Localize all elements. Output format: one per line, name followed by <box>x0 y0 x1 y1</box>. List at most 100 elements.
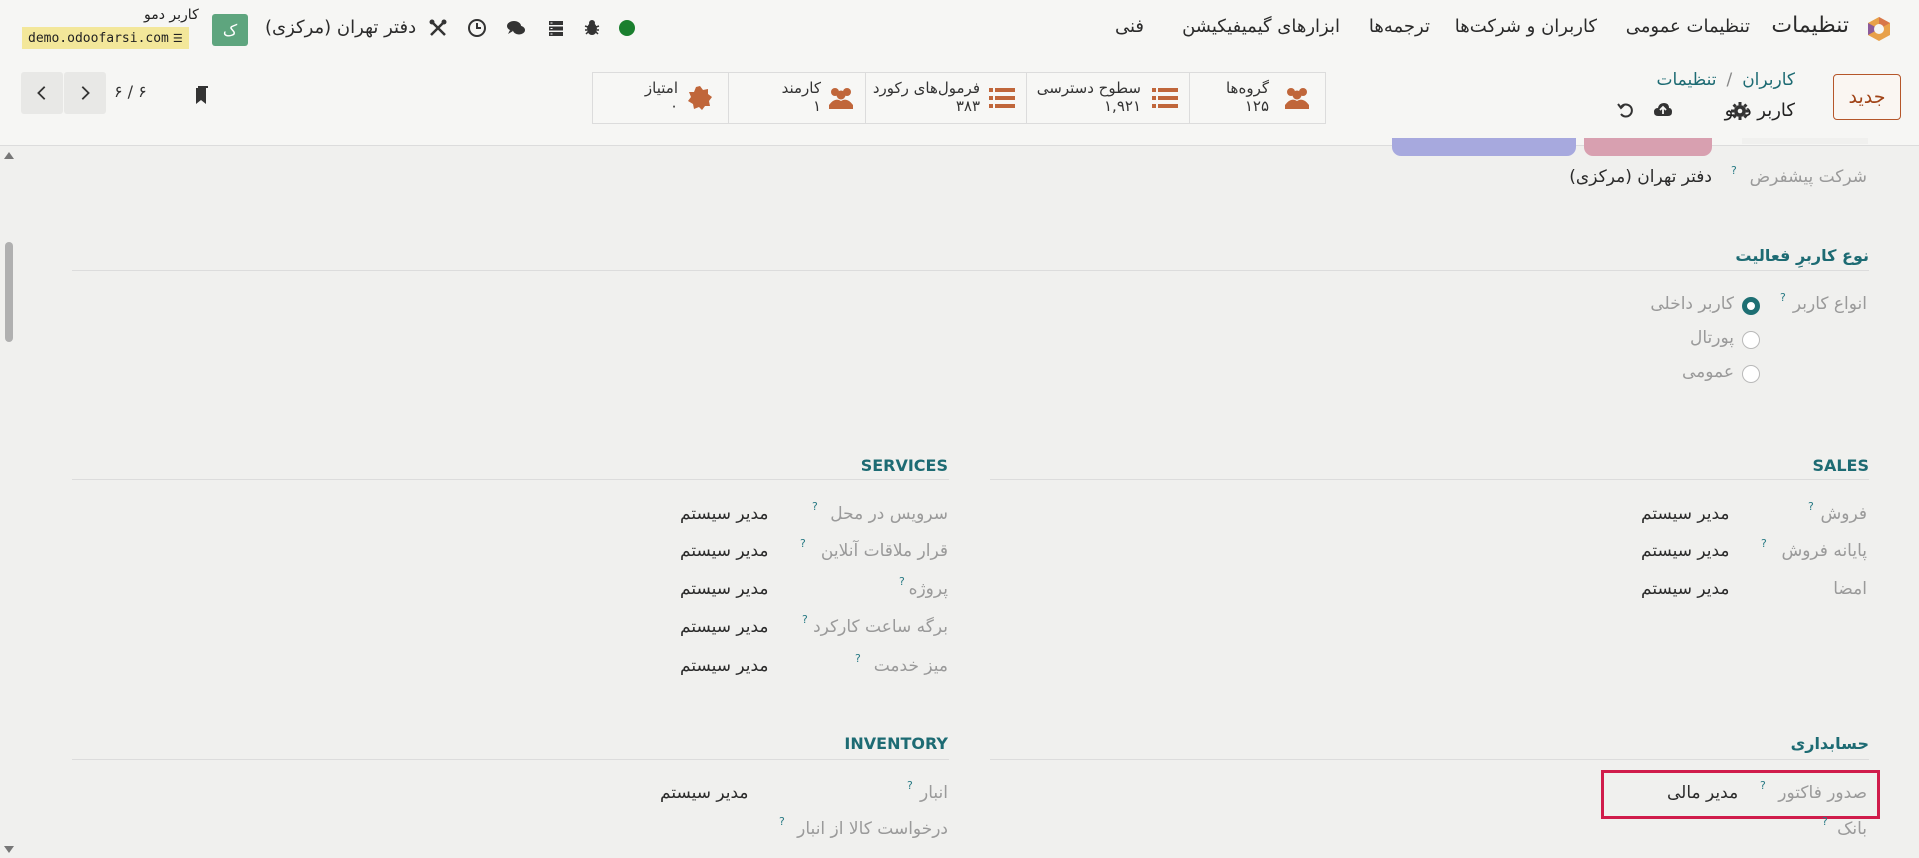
bookmark-icon[interactable] <box>188 82 214 110</box>
gear-icon[interactable] <box>1727 97 1753 125</box>
sign-value[interactable]: مدیر سیستم <box>1641 579 1730 599</box>
tag-partial-pink <box>1584 138 1712 156</box>
pager-prev-button[interactable] <box>21 72 63 114</box>
stat-access-value: ۱,۹۲۱ <box>1104 97 1141 115</box>
user-name[interactable]: کاربر دمو <box>144 7 199 23</box>
radio-public[interactable] <box>1742 365 1760 383</box>
help-icon[interactable]: ? <box>1731 164 1737 177</box>
help-icon[interactable]: ? <box>812 500 818 513</box>
helpdesk-value[interactable]: مدیر سیستم <box>680 656 769 676</box>
avatar[interactable]: ک <box>212 14 248 46</box>
menu-gamification-tools[interactable]: ابزارهای گیمیفیکیشن <box>1182 16 1340 37</box>
section-divider <box>72 270 1869 271</box>
list-icon <box>988 85 1016 111</box>
pager-value[interactable]: ۶ / ۶ <box>114 82 147 101</box>
help-icon[interactable]: ? <box>800 537 806 550</box>
database-small-icon: ☰ <box>172 31 183 45</box>
default-company-value[interactable]: دفتر تهران (مرکزی) <box>1569 167 1712 187</box>
help-icon[interactable]: ? <box>779 815 785 828</box>
stat-employee-label: کارمند <box>781 79 821 97</box>
radio-public-label[interactable]: عمومی <box>1682 362 1734 382</box>
user-type-label: انواع کاربر <box>1792 294 1867 314</box>
appointment-value[interactable]: مدیر سیستم <box>680 541 769 561</box>
help-icon[interactable]: ? <box>907 779 913 792</box>
stat-groups-value: ۱۲۵ <box>1244 97 1269 115</box>
stat-access-rights[interactable]: سطوح دسترسی ۱,۹۲۱ <box>1027 72 1190 124</box>
field-partial-label <box>1742 138 1868 144</box>
database-icon[interactable] <box>543 14 569 42</box>
badge-icon <box>686 85 714 111</box>
warehouse-value[interactable]: مدیر سیستم <box>660 783 749 803</box>
menu-general-settings[interactable]: تنظیمات عمومی <box>1626 16 1750 37</box>
menu-technical[interactable]: فنی <box>1115 16 1144 37</box>
users-icon <box>827 85 855 111</box>
help-icon[interactable]: ? <box>1761 537 1767 550</box>
status-dot-icon <box>614 14 640 42</box>
scroll-up-arrow-icon[interactable] <box>4 152 14 159</box>
new-button[interactable]: جدید <box>1833 74 1901 120</box>
appointment-label: قرار ملاقات آنلاین <box>820 541 948 561</box>
app-title[interactable]: تنظیمات <box>1771 13 1849 38</box>
users-icon <box>1283 85 1311 111</box>
radio-portal-label[interactable]: پورتال <box>1690 328 1734 348</box>
avatar-letter: ک <box>222 20 238 40</box>
sales-section-title: SALES <box>1812 456 1869 475</box>
save-cloud-icon[interactable] <box>1650 96 1676 124</box>
stat-karma[interactable]: امتیاز ۰ <box>592 72 729 124</box>
tools-icon[interactable] <box>425 14 451 42</box>
odoo-logo-icon[interactable] <box>1866 16 1892 42</box>
project-value[interactable]: مدیر سیستم <box>680 579 769 599</box>
section-divider <box>72 759 949 760</box>
db-name: demo.odoofarsi.com <box>28 30 169 46</box>
stat-access-text: سطوح دسترسی ۱,۹۲۱ <box>1037 79 1141 115</box>
timesheet-label: برگه ساعت کارکرد <box>813 617 948 637</box>
stat-karma-value: ۰ <box>669 97 678 115</box>
scrollbar-thumb[interactable] <box>5 242 13 342</box>
stat-rules-label: فرمول‌های رکورد <box>872 79 980 97</box>
help-icon[interactable]: ? <box>1780 291 1786 304</box>
radio-internal-user-label[interactable]: کاربر داخلی <box>1650 294 1734 314</box>
services-section-title: SERVICES <box>860 456 948 475</box>
company-switcher[interactable]: دفتر تهران (مرکزی) <box>265 17 416 38</box>
db-badge: demo.odoofarsi.com ☰ <box>22 27 189 49</box>
help-icon[interactable]: ? <box>855 652 861 665</box>
chat-icon[interactable] <box>503 14 529 42</box>
invoicing-value[interactable]: مدیر مالی <box>1667 783 1738 803</box>
menu-translations[interactable]: ترجمه‌ها <box>1369 16 1430 37</box>
accounting-section-title: حسابداری <box>1790 734 1869 753</box>
breadcrumb-parent[interactable]: تنظیمات <box>1657 70 1717 90</box>
scrollbar[interactable] <box>0 146 18 858</box>
invoicing-label: صدور فاکتور <box>1778 783 1867 803</box>
stat-karma-text: امتیاز ۰ <box>645 79 678 115</box>
stat-groups[interactable]: گروه‌ها ۱۲۵ <box>1190 72 1326 124</box>
default-company-label: شرکت پیشفرض <box>1749 167 1867 187</box>
radio-portal[interactable] <box>1742 331 1760 349</box>
help-icon[interactable]: ? <box>802 613 808 626</box>
clock-icon[interactable] <box>464 14 490 42</box>
new-button-label: جدید <box>1848 86 1886 108</box>
radio-internal-user[interactable] <box>1742 297 1760 315</box>
stat-groups-text: گروه‌ها ۱۲۵ <box>1226 79 1269 115</box>
pos-value[interactable]: مدیر سیستم <box>1641 541 1730 561</box>
form-sheet <box>40 146 1919 858</box>
discard-undo-icon[interactable] <box>1613 96 1639 124</box>
field-service-value[interactable]: مدیر سیستم <box>680 504 769 524</box>
stat-employee[interactable]: کارمند ۱ <box>729 72 866 124</box>
help-icon[interactable]: ? <box>1760 779 1766 792</box>
scroll-down-arrow-icon[interactable] <box>4 846 14 853</box>
pager-next-button[interactable] <box>64 72 106 114</box>
help-icon[interactable]: ? <box>1822 815 1828 828</box>
help-icon[interactable]: ? <box>899 575 905 588</box>
help-icon[interactable]: ? <box>1808 500 1814 513</box>
breadcrumb: تنظیمات / کاربران <box>1657 70 1796 90</box>
bug-icon[interactable] <box>579 14 605 42</box>
sales-value[interactable]: مدیر سیستم <box>1641 504 1730 524</box>
helpdesk-label: میز خدمت <box>873 656 948 676</box>
timesheet-value[interactable]: مدیر سیستم <box>680 617 769 637</box>
stat-record-rules[interactable]: فرمول‌های رکورد ۳۸۳ <box>866 72 1027 124</box>
menu-users-companies[interactable]: کاربران و شرکت‌ها <box>1455 16 1597 37</box>
breadcrumb-current[interactable]: کاربران <box>1742 70 1795 90</box>
section-divider <box>990 479 1869 480</box>
top-navbar: تنظیمات تنظیمات عمومی کاربران و شرکت‌ها … <box>0 0 1919 58</box>
inventory-section-title: INVENTORY <box>844 734 948 753</box>
